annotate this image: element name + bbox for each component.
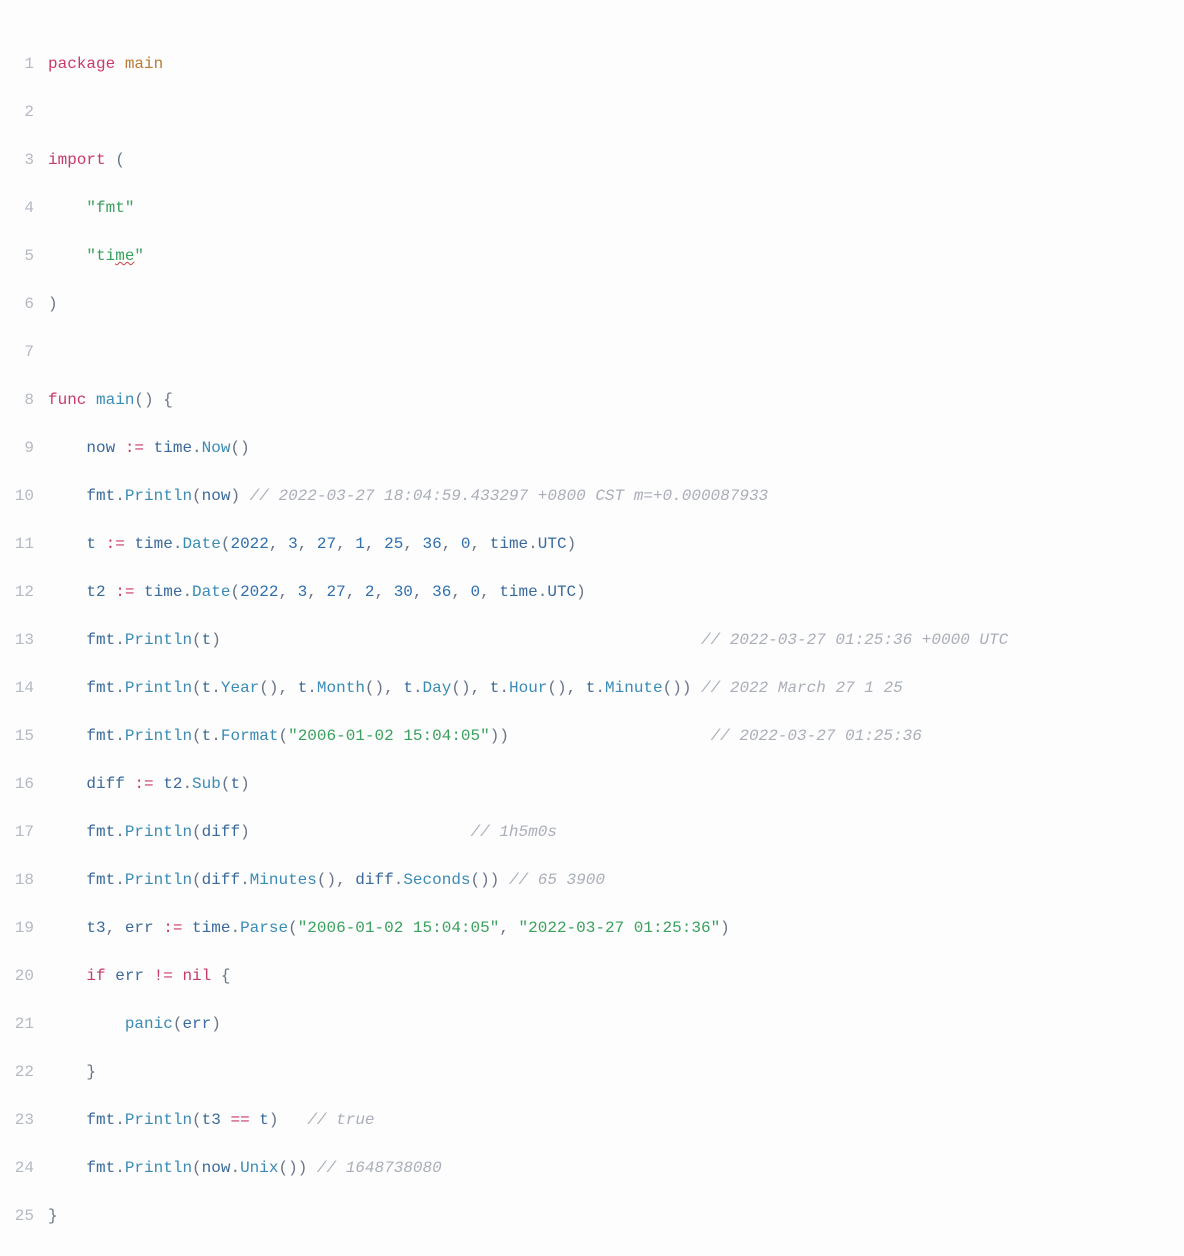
code-content: package main: [48, 52, 1184, 76]
code-line: 9 now := time.Now(): [0, 436, 1184, 460]
line-number: 9: [0, 436, 48, 460]
line-number: 21: [0, 1012, 48, 1036]
code-line: 11 t := time.Date(2022, 3, 27, 1, 25, 36…: [0, 532, 1184, 556]
code-line: 25}: [0, 1204, 1184, 1228]
code-line: 4 "fmt": [0, 196, 1184, 220]
line-number: 14: [0, 676, 48, 700]
code-line: 14 fmt.Println(t.Year(), t.Month(), t.Da…: [0, 676, 1184, 700]
code-line: 22 }: [0, 1060, 1184, 1084]
line-number: 3: [0, 148, 48, 172]
code-line: 24 fmt.Println(now.Unix()) // 1648738080: [0, 1156, 1184, 1180]
line-number: 4: [0, 196, 48, 220]
line-number: 13: [0, 628, 48, 652]
code-line: 2: [0, 100, 1184, 124]
code-line: 21 panic(err): [0, 1012, 1184, 1036]
line-number: 2: [0, 100, 48, 124]
line-number: 6: [0, 292, 48, 316]
code-line: 12 t2 := time.Date(2022, 3, 27, 2, 30, 3…: [0, 580, 1184, 604]
line-number: 8: [0, 388, 48, 412]
line-number: 20: [0, 964, 48, 988]
code-line: 23 fmt.Println(t3 == t) // true: [0, 1108, 1184, 1132]
line-number: 15: [0, 724, 48, 748]
code-line: 13 fmt.Println(t) // 2022-03-27 01:25:36…: [0, 628, 1184, 652]
error-squiggle: me: [115, 247, 134, 265]
line-number: 11: [0, 532, 48, 556]
code-line: 5 "time": [0, 244, 1184, 268]
code-line: 18 fmt.Println(diff.Minutes(), diff.Seco…: [0, 868, 1184, 892]
line-number: 22: [0, 1060, 48, 1084]
line-number: 16: [0, 772, 48, 796]
code-line: 17 fmt.Println(diff) // 1h5m0s: [0, 820, 1184, 844]
code-line: 8func main() {: [0, 388, 1184, 412]
line-number: 25: [0, 1204, 48, 1228]
line-number: 5: [0, 244, 48, 268]
line-number: 1: [0, 52, 48, 76]
line-number: 19: [0, 916, 48, 940]
code-line: 15 fmt.Println(t.Format("2006-01-02 15:0…: [0, 724, 1184, 748]
line-number: 18: [0, 868, 48, 892]
line-number: 24: [0, 1156, 48, 1180]
code-line: 7: [0, 340, 1184, 364]
line-number: 17: [0, 820, 48, 844]
line-number: 23: [0, 1108, 48, 1132]
line-number: 7: [0, 340, 48, 364]
code-line: 6): [0, 292, 1184, 316]
code-line: 16 diff := t2.Sub(t): [0, 772, 1184, 796]
code-line: 1package main: [0, 52, 1184, 76]
code-line: 19 t3, err := time.Parse("2006-01-02 15:…: [0, 916, 1184, 940]
code-line: 20 if err != nil {: [0, 964, 1184, 988]
code-editor: 1package main 2 3import ( 4 "fmt" 5 "tim…: [0, 0, 1184, 1256]
line-number: 12: [0, 580, 48, 604]
line-number: 10: [0, 484, 48, 508]
code-line: 3import (: [0, 148, 1184, 172]
code-line: 10 fmt.Println(now) // 2022-03-27 18:04:…: [0, 484, 1184, 508]
